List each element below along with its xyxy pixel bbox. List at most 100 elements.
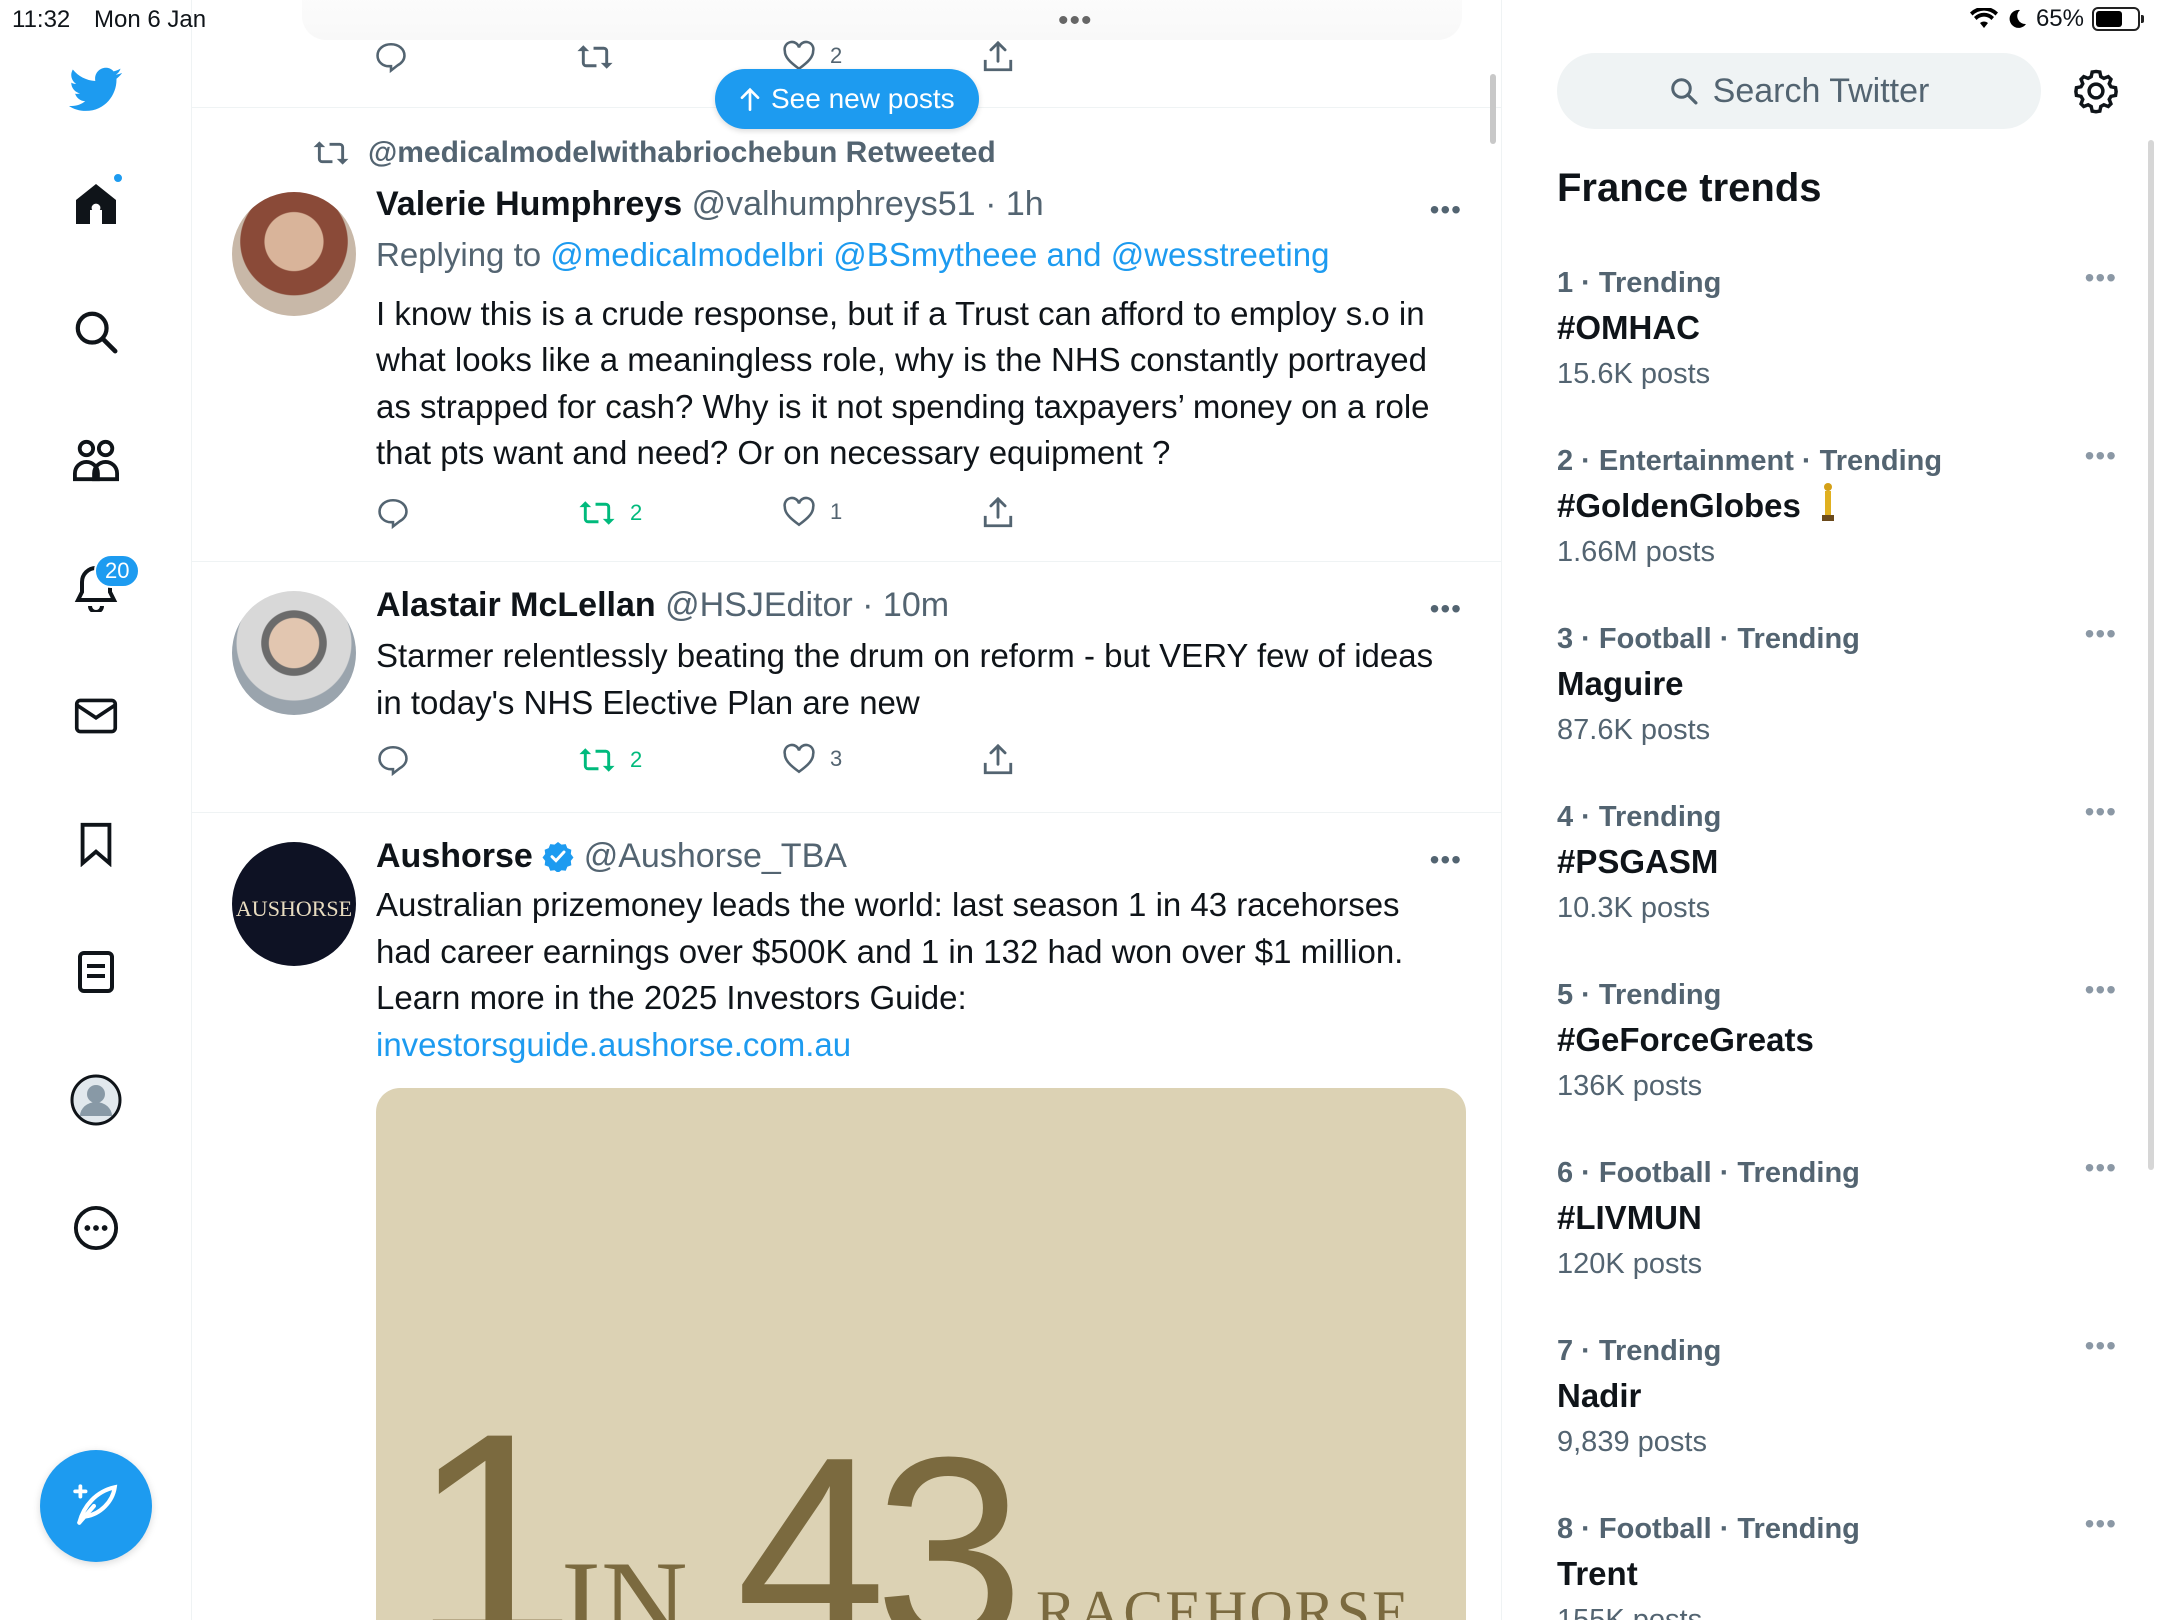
replying-to-users[interactable]: @medicalmodelbri @BSmytheee and @wesstre… — [550, 236, 1329, 273]
share-icon — [983, 496, 1013, 528]
separator-dot: · — [985, 185, 997, 223]
retweet-icon — [579, 501, 615, 525]
status-right: 65% — [1969, 5, 2144, 33]
sidebar-scrollbar[interactable] — [2148, 140, 2154, 1170]
compose-tweet-button[interactable] — [40, 1450, 152, 1562]
communities-icon[interactable] — [64, 428, 128, 492]
user-handle[interactable]: @valhumphreys51 — [692, 185, 976, 223]
display-name[interactable]: Aushorse — [376, 837, 533, 875]
notifications-badge: 20 — [94, 554, 141, 588]
tweet-time[interactable]: 1h — [1006, 185, 1044, 223]
reply-button[interactable] — [376, 743, 410, 777]
trend-topic: Trent — [1557, 1555, 1638, 1592]
trend-topic: Maguire — [1557, 665, 1684, 702]
share-button[interactable] — [982, 743, 1014, 777]
tweet-time[interactable]: 10m — [883, 586, 949, 624]
retweet-button[interactable]: 2 — [578, 743, 642, 777]
like-button[interactable]: 1 — [782, 496, 842, 528]
retweet-icon — [579, 748, 615, 772]
arrow-up-icon — [740, 87, 760, 111]
display-name[interactable]: Alastair McLellan — [376, 586, 656, 624]
trend-item[interactable]: 7 · Trending Nadir 9,839 posts ••• — [1557, 1330, 2117, 1464]
search-input[interactable]: Search Twitter — [1557, 53, 2041, 129]
twitter-logo-icon[interactable] — [64, 58, 128, 122]
settings-gear-icon[interactable] — [2073, 68, 2119, 114]
trend-meta: 1 · Trending — [1557, 267, 1722, 299]
trend-item[interactable]: 3 · Football · Trending Maguire 87.6K po… — [1557, 618, 2117, 752]
trend-item[interactable]: 1 · Trending #OMHAC 15.6K posts ••• — [1557, 262, 2117, 396]
see-new-posts-label: See new posts — [771, 83, 955, 114]
share-button[interactable] — [982, 496, 1014, 530]
tweet-text: Australian prizemoney leads the world: l… — [376, 886, 1404, 1016]
like-count: 1 — [830, 499, 843, 524]
tweet-content: Valerie Humphreys @valhumphreys51 · 1h R… — [376, 182, 1462, 477]
tweet-actions: 2 3 — [376, 743, 1016, 783]
trend-more-icon[interactable]: ••• — [2085, 618, 2117, 650]
avatar[interactable]: AUSHORSE — [232, 842, 356, 966]
reply-icon — [378, 498, 408, 530]
trend-count: 9,839 posts — [1557, 1426, 1707, 1458]
trend-more-icon[interactable]: ••• — [2085, 1152, 2117, 1184]
trend-item[interactable]: 8 · Football · Trending Trent 155K posts… — [1557, 1508, 2117, 1620]
trend-topic: #OMHAC — [1557, 309, 1701, 346]
trend-item[interactable]: 6 · Football · Trending #LIVMUN 120K pos… — [1557, 1152, 2117, 1286]
more-options-icon[interactable] — [64, 1196, 128, 1260]
trends-title: France trends — [1557, 166, 1822, 210]
status-bar: 11:32 Mon 6 Jan ••• 65% — [0, 0, 2160, 40]
tweet-media-image[interactable]: 1 IN 43 RACEHORSE — [376, 1088, 1466, 1620]
lists-icon[interactable] — [64, 940, 128, 1004]
avatar[interactable] — [232, 591, 356, 715]
user-handle[interactable]: @Aushorse_TBA — [584, 837, 847, 875]
trend-more-icon[interactable]: ••• — [2085, 1330, 2117, 1362]
search-placeholder: Search Twitter — [1712, 71, 1930, 110]
tweet-text: Starmer relentlessly beating the drum on… — [376, 637, 1434, 721]
tweet-aushorse[interactable]: AUSHORSE ••• Aushorse @Aushorse_TBA Aust… — [192, 814, 1501, 1620]
reply-icon — [378, 745, 408, 777]
trend-item[interactable]: 5 · Trending #GeForceGreats 136K posts •… — [1557, 974, 2117, 1108]
retweet-button[interactable] — [576, 40, 614, 74]
profile-avatar-icon[interactable] — [64, 1068, 128, 1132]
tweet-header: Valerie Humphreys @valhumphreys51 · 1h — [376, 182, 1462, 226]
notifications-icon[interactable]: 20 — [64, 554, 141, 620]
trend-count: 87.6K posts — [1557, 714, 1711, 746]
trend-more-icon[interactable]: ••• — [2085, 262, 2117, 294]
trend-more-icon[interactable]: ••• — [2085, 796, 2117, 828]
trend-topic: Nadir — [1557, 1377, 1642, 1414]
user-handle[interactable]: @HSJEditor — [665, 586, 853, 624]
tweet-valerie-humphreys[interactable]: @medicalmodelwithabriochebun Retweeted •… — [192, 108, 1501, 562]
status-time: 11:32 — [12, 6, 71, 33]
search-icon — [1670, 78, 1698, 105]
trend-item[interactable]: 4 · Trending #PSGASM 10.3K posts ••• — [1557, 796, 2117, 930]
messages-icon[interactable] — [64, 684, 128, 748]
moon-icon — [2009, 9, 2026, 28]
tweet-header: Aushorse @Aushorse_TBA — [376, 834, 1462, 878]
tweet-link[interactable]: investorsguide.aushorse.com.au — [376, 1022, 1462, 1069]
trend-more-icon[interactable]: ••• — [2085, 974, 2117, 1006]
like-button[interactable]: 3 — [782, 743, 842, 775]
retweet-count: 2 — [630, 747, 643, 772]
trend-topic: #GoldenGlobes — [1557, 487, 1801, 524]
multitasking-dots-icon[interactable]: ••• — [1058, 4, 1093, 38]
trend-more-icon[interactable]: ••• — [2085, 440, 2117, 472]
reply-button[interactable] — [376, 496, 410, 530]
avatar[interactable] — [232, 192, 356, 316]
battery-percent: 65% — [2035, 5, 2084, 32]
tweet-alastair-mclellan[interactable]: ••• Alastair McLellan @HSJEditor · 10m S… — [192, 563, 1501, 813]
trend-item[interactable]: 2 · Entertainment · Trending #GoldenGlob… — [1557, 440, 2117, 574]
home-icon[interactable] — [64, 172, 128, 236]
bookmarks-icon[interactable] — [64, 812, 128, 876]
trend-count: 136K posts — [1557, 1070, 1703, 1102]
retweet-button[interactable]: 2 — [578, 496, 642, 530]
search-icon[interactable] — [64, 300, 128, 364]
trend-more-icon[interactable]: ••• — [2085, 1508, 2117, 1540]
like-heart-icon — [783, 40, 815, 71]
compose-feather-icon — [73, 1484, 118, 1525]
retweeted-by-row: @medicalmodelwithabriochebun Retweeted — [312, 136, 996, 170]
display-name[interactable]: Valerie Humphreys — [376, 185, 682, 223]
reply-button[interactable] — [374, 40, 408, 74]
share-icon — [983, 40, 1013, 72]
share-button[interactable] — [982, 40, 1014, 74]
replying-to: Replying to @medicalmodelbri @BSmytheee … — [376, 232, 1462, 279]
like-button[interactable]: 2 — [782, 40, 842, 72]
see-new-posts-button[interactable]: See new posts — [715, 69, 979, 129]
